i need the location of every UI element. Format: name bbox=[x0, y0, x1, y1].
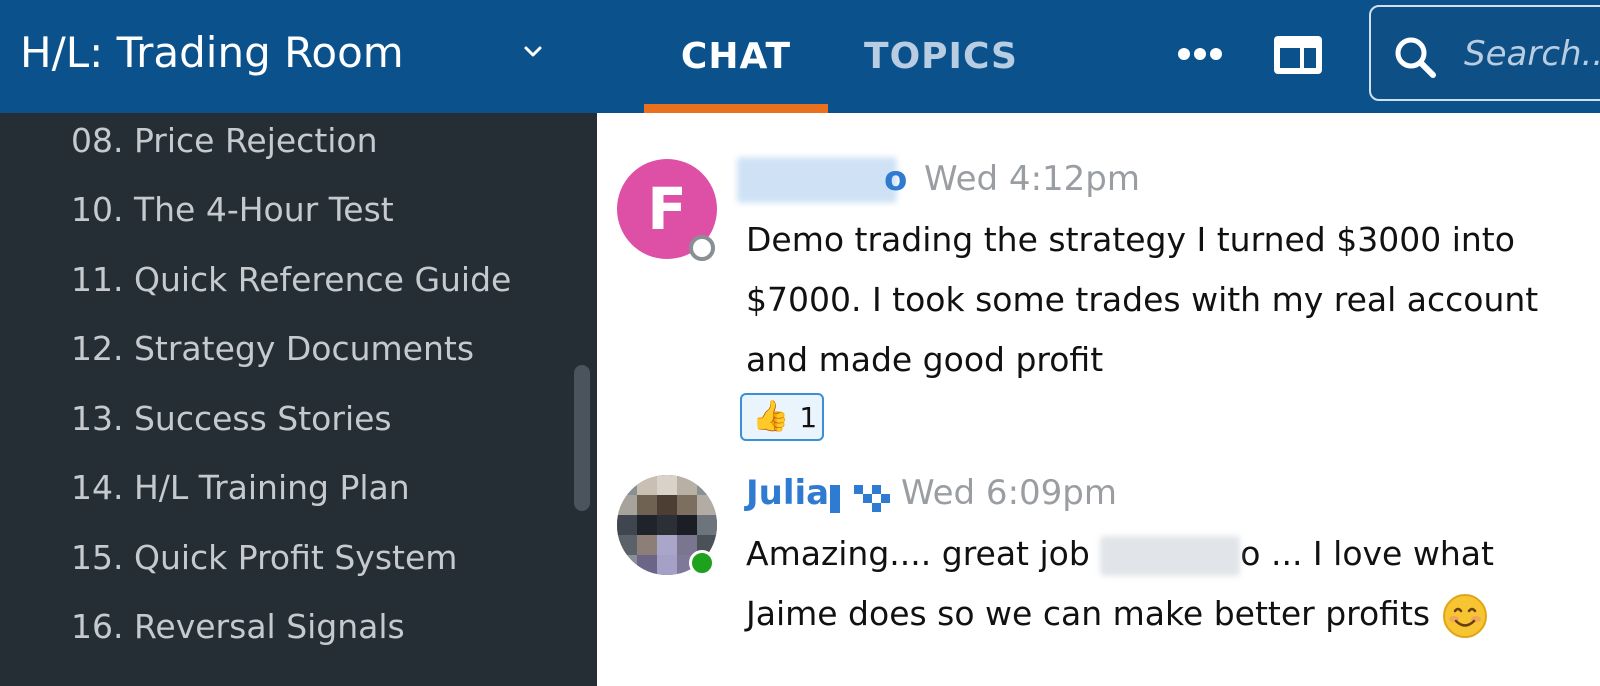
sidebar-item-reversal-signals[interactable]: 16. Reversal Signals bbox=[71, 605, 405, 649]
room-title[interactable]: H/L: Trading Room bbox=[20, 26, 404, 80]
sidebar-item-price-rejection[interactable]: 08. Price Rejection bbox=[71, 119, 378, 163]
moderator-badge-icon bbox=[854, 485, 890, 512]
topics-sidebar: 08. Price Rejection 10. The 4-Hour Test … bbox=[0, 113, 597, 686]
message-text: Demo trading the strategy I turned $3000… bbox=[746, 220, 1539, 379]
search-placeholder: Search... bbox=[1464, 34, 1600, 74]
offline-status-icon bbox=[689, 235, 715, 261]
author-name-suffix[interactable]: o bbox=[884, 159, 907, 199]
sidebar-scrollbar[interactable] bbox=[574, 365, 590, 511]
user-flair-icon bbox=[830, 485, 840, 513]
sidebar-item-quick-profit-system[interactable]: 15. Quick Profit System bbox=[71, 536, 457, 580]
sidebar-item-quick-reference-guide[interactable]: 11. Quick Reference Guide bbox=[71, 258, 511, 302]
more-icon[interactable] bbox=[1177, 44, 1223, 64]
reaction-thumbs-up[interactable]: 👍 1 bbox=[740, 393, 824, 441]
sidebar-item-success-stories[interactable]: 13. Success Stories bbox=[71, 397, 392, 441]
tab-topics[interactable]: TOPICS bbox=[864, 0, 1017, 113]
sidebar-item-strategy-documents[interactable]: 12. Strategy Documents bbox=[71, 327, 474, 371]
message-timestamp: Wed 6:09pm bbox=[901, 473, 1117, 513]
layout-icon[interactable] bbox=[1272, 34, 1324, 76]
search-input[interactable]: Search... bbox=[1369, 5, 1600, 101]
smile-emoji-icon bbox=[1443, 593, 1488, 638]
thumbs-up-icon: 👍 bbox=[752, 399, 790, 434]
tab-chat[interactable]: CHAT bbox=[644, 0, 828, 113]
message-timestamp: Wed 4:12pm bbox=[924, 159, 1140, 199]
active-tab-indicator bbox=[644, 104, 828, 113]
chat-panel: F o Wed 4:12pm Demo trading the strategy… bbox=[597, 113, 1600, 686]
online-status-icon bbox=[689, 550, 715, 576]
message-text: Amazing.... great job o ... I love what … bbox=[746, 524, 1586, 644]
top-bar: H/L: Trading Room CHAT TOPICS Search... bbox=[0, 0, 1600, 113]
search-icon bbox=[1395, 37, 1436, 78]
reaction-count: 1 bbox=[799, 400, 818, 434]
sidebar-item-4-hour-test[interactable]: 10. The 4-Hour Test bbox=[71, 188, 394, 232]
redacted-mention bbox=[1100, 535, 1241, 576]
message-text-start: Amazing.... great job bbox=[746, 534, 1101, 573]
sidebar-item-training-plan[interactable]: 14. H/L Training Plan bbox=[71, 466, 410, 510]
chevron-down-icon[interactable] bbox=[521, 40, 545, 64]
author-name[interactable]: Julia bbox=[746, 473, 829, 513]
redacted-author-name bbox=[737, 157, 897, 203]
